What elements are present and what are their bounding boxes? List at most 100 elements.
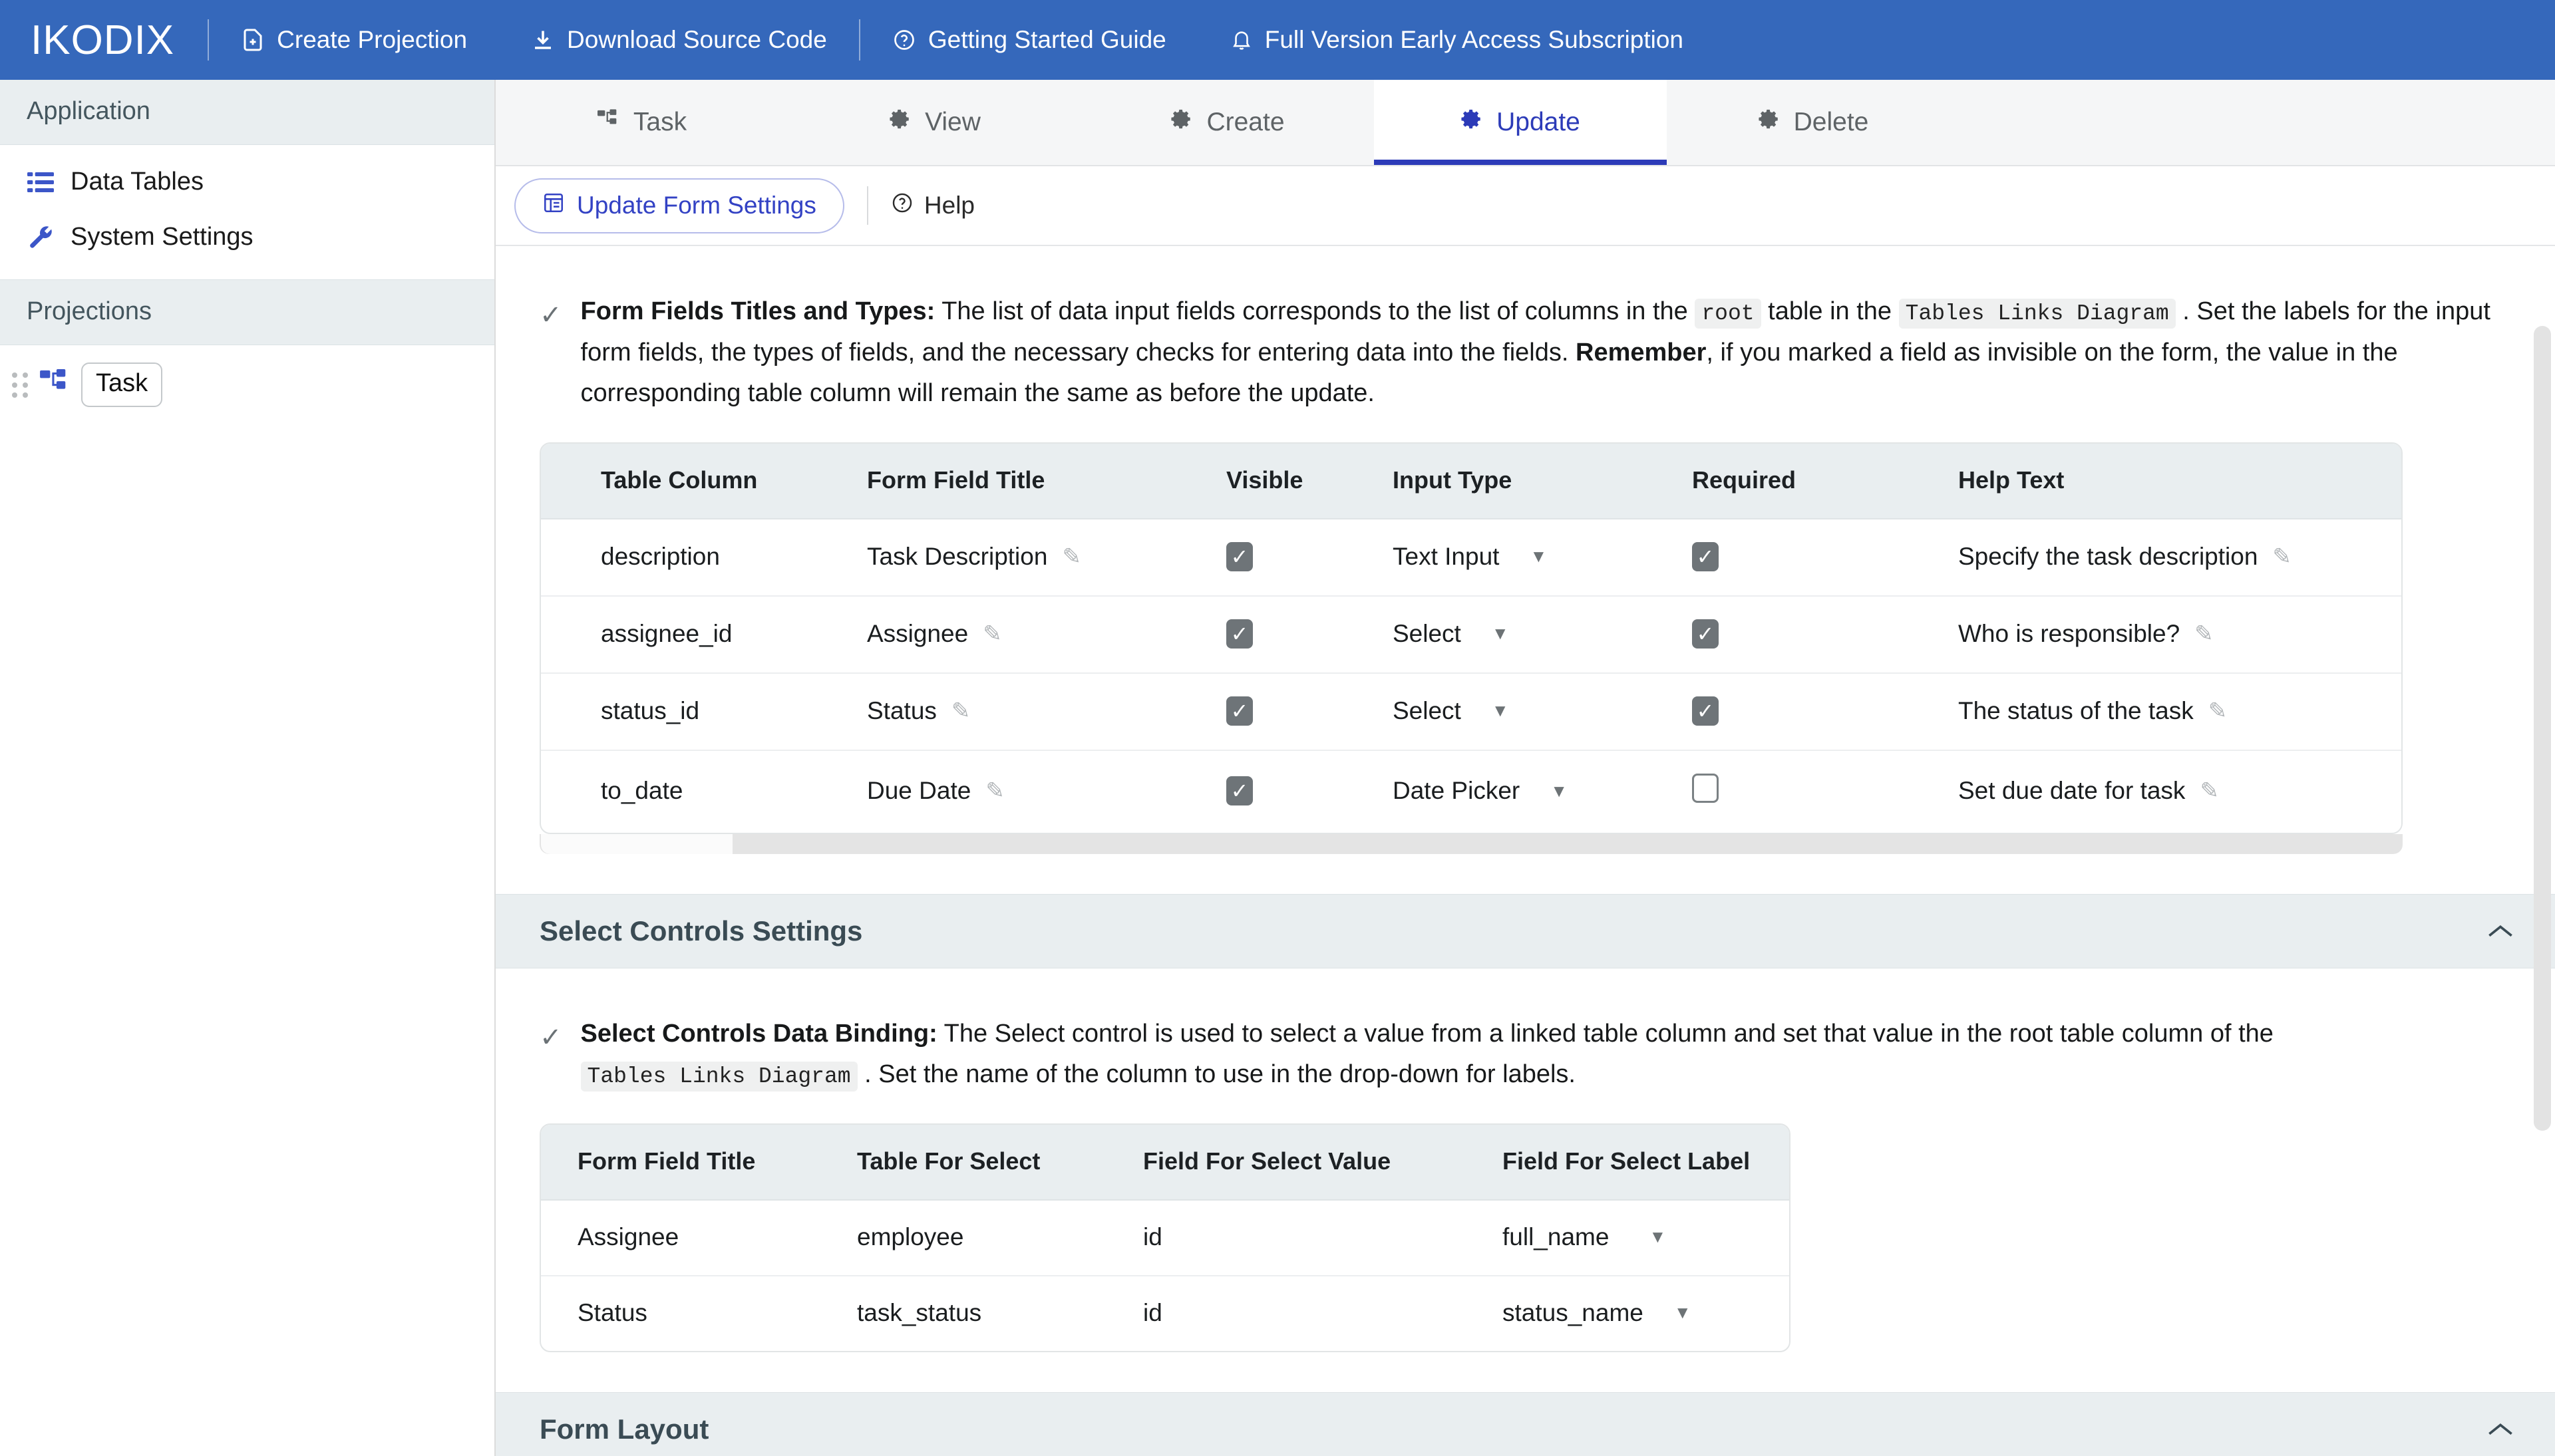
help-label: Help: [924, 192, 975, 219]
table-row[interactable]: status_id Status ✎ ✓: [541, 673, 2401, 750]
drag-handle-icon[interactable]: [12, 372, 29, 398]
scrollbar-thumb[interactable]: [541, 834, 733, 854]
check-icon: ✓: [540, 1014, 562, 1095]
section-title: Form Layout: [540, 1413, 709, 1445]
chevron-down-icon[interactable]: ▼: [1530, 546, 1547, 567]
chevron-down-icon[interactable]: ▼: [1550, 781, 1568, 801]
visible-checkbox[interactable]: ✓: [1226, 619, 1253, 649]
scrollbar-thumb[interactable]: [2534, 326, 2551, 1131]
edit-pencil-icon[interactable]: ✎: [2208, 698, 2228, 724]
row-spacer: [541, 1200, 578, 1276]
sidebar: Application Data Tables: [0, 80, 496, 1456]
select-controls-settings-header[interactable]: Select Controls Settings: [496, 894, 2555, 968]
visible-checkbox[interactable]: ✓: [1226, 776, 1253, 805]
table-row[interactable]: assignee_id Assignee ✎ ✓: [541, 596, 2401, 673]
visible-checkbox[interactable]: ✓: [1226, 542, 1253, 571]
required-checkbox[interactable]: ✓: [1692, 696, 1719, 726]
sidebar-projection-task[interactable]: Task: [81, 363, 162, 407]
header-item-download-source-code[interactable]: Download Source Code: [499, 26, 859, 54]
help-button[interactable]: Help: [891, 192, 975, 220]
table-icon: [542, 192, 565, 220]
sidebar-group-application: Data Tables System Settings: [0, 145, 494, 279]
form-field-title-value: Status: [867, 697, 937, 725]
table-row[interactable]: to_date Due Date ✎ ✓: [541, 750, 2401, 833]
tab-update[interactable]: Update: [1374, 80, 1667, 165]
help-text-value: The status of the task: [1958, 697, 2194, 725]
header-item-label: Download Source Code: [567, 26, 827, 54]
cell-visible: ✓: [1226, 750, 1393, 833]
gear-icon: [1170, 108, 1193, 137]
tab-bar: Task View Create: [496, 80, 2555, 166]
header-item-create-projection[interactable]: Create Projection: [209, 26, 499, 54]
cell-form-field-title: Status ✎: [867, 673, 1226, 750]
update-form-settings-button[interactable]: Update Form Settings: [514, 178, 844, 233]
help-text-value: Set due date for task: [1958, 777, 2185, 805]
sidebar-item-system-settings[interactable]: System Settings: [0, 210, 494, 265]
code-tables-links-diagram: Tables Links Diagram: [1899, 299, 2176, 329]
sidebar-item-data-tables[interactable]: Data Tables: [0, 154, 494, 210]
form-field-title-value: Assignee: [867, 620, 968, 648]
edit-pencil-icon[interactable]: ✎: [951, 698, 971, 724]
header-item-getting-started-guide[interactable]: Getting Started Guide: [860, 26, 1198, 54]
form-layout-section-header[interactable]: Form Layout: [496, 1392, 2555, 1456]
required-checkbox[interactable]: [1692, 774, 1719, 803]
tab-label: Update: [1496, 108, 1580, 137]
cell-required: ✓: [1692, 519, 1958, 596]
visible-checkbox[interactable]: ✓: [1226, 696, 1253, 726]
chevron-down-icon[interactable]: ▼: [1674, 1302, 1691, 1323]
required-checkbox[interactable]: ✓: [1692, 542, 1719, 571]
cell-table-column: assignee_id: [601, 596, 867, 673]
edit-pencil-icon[interactable]: ✎: [1062, 543, 1081, 570]
table-row[interactable]: Assignee employee id full_name ▼: [541, 1200, 1789, 1276]
col-field-for-select-label: Field For Select Label: [1502, 1125, 1789, 1200]
cell-field-for-select-label: status_name ▼: [1502, 1276, 1789, 1351]
header-item-full-version-subscription[interactable]: Full Version Early Access Subscription: [1198, 26, 1715, 54]
section-title: Select Controls Settings: [540, 915, 862, 947]
select-controls-note: ✓ Select Controls Data Binding: The Sele…: [496, 968, 2555, 1102]
required-checkbox[interactable]: ✓: [1692, 619, 1719, 649]
edit-pencil-icon[interactable]: ✎: [983, 621, 1002, 647]
cell-form-field-title: Status: [578, 1276, 857, 1351]
page-vertical-scrollbar[interactable]: [2534, 246, 2551, 1456]
code-tables-links-diagram: Tables Links Diagram: [581, 1062, 858, 1092]
cell-required: ✓: [1692, 596, 1958, 673]
col-form-field-title: Form Field Title: [578, 1125, 857, 1200]
table-horizontal-scrollbar[interactable]: [540, 834, 2403, 854]
edit-pencil-icon[interactable]: ✎: [985, 778, 1005, 804]
form-fields-note: ✓ Form Fields Titles and Types: The list…: [496, 246, 2555, 421]
chevron-down-icon[interactable]: ▼: [1649, 1227, 1666, 1247]
cell-field-for-select-value: id: [1143, 1276, 1502, 1351]
cell-help-text: Set due date for task ✎: [1958, 750, 2401, 833]
edit-pencil-icon[interactable]: ✎: [2272, 543, 2292, 570]
help-text-value: Specify the task description: [1958, 543, 2258, 571]
chevron-down-icon[interactable]: ▼: [1492, 623, 1509, 644]
cell-form-field-title: Due Date ✎: [867, 750, 1226, 833]
cell-input-type: Text Input ▼: [1393, 519, 1692, 596]
input-type-value: Text Input: [1393, 543, 1499, 571]
form-fields-note-text-1: The list of data input fields correspond…: [935, 297, 1695, 325]
table-row[interactable]: Status task_status id status_name ▼: [541, 1276, 1789, 1351]
toolbar-divider: [867, 186, 868, 225]
main-content: Task View Create: [496, 80, 2555, 1456]
cell-input-type: Date Picker ▼: [1393, 750, 1692, 833]
tab-label: View: [925, 108, 981, 137]
header-item-label: Full Version Early Access Subscription: [1265, 26, 1683, 54]
form-fields-note-remember: Remember: [1576, 339, 1706, 366]
table-row[interactable]: description Task Description ✎ ✓: [541, 519, 2401, 596]
cell-field-for-select-label: full_name ▼: [1502, 1200, 1789, 1276]
chevron-up-icon[interactable]: [2487, 918, 2514, 945]
tab-create[interactable]: Create: [1081, 80, 1374, 165]
tab-delete[interactable]: Delete: [1667, 80, 1959, 165]
tab-task[interactable]: Task: [496, 80, 788, 165]
edit-pencil-icon[interactable]: ✎: [2194, 621, 2214, 647]
input-type-value: Select: [1393, 697, 1461, 725]
chevron-down-icon[interactable]: ▼: [1492, 700, 1509, 721]
spacer-header: [541, 444, 601, 519]
cell-table-column: to_date: [601, 750, 867, 833]
update-form-settings-label: Update Form Settings: [577, 192, 816, 219]
tab-view[interactable]: View: [788, 80, 1081, 165]
cell-help-text: Specify the task description ✎: [1958, 519, 2401, 596]
header-item-label: Create Projection: [277, 26, 467, 54]
chevron-up-icon[interactable]: [2487, 1416, 2514, 1443]
edit-pencil-icon[interactable]: ✎: [2200, 778, 2219, 804]
